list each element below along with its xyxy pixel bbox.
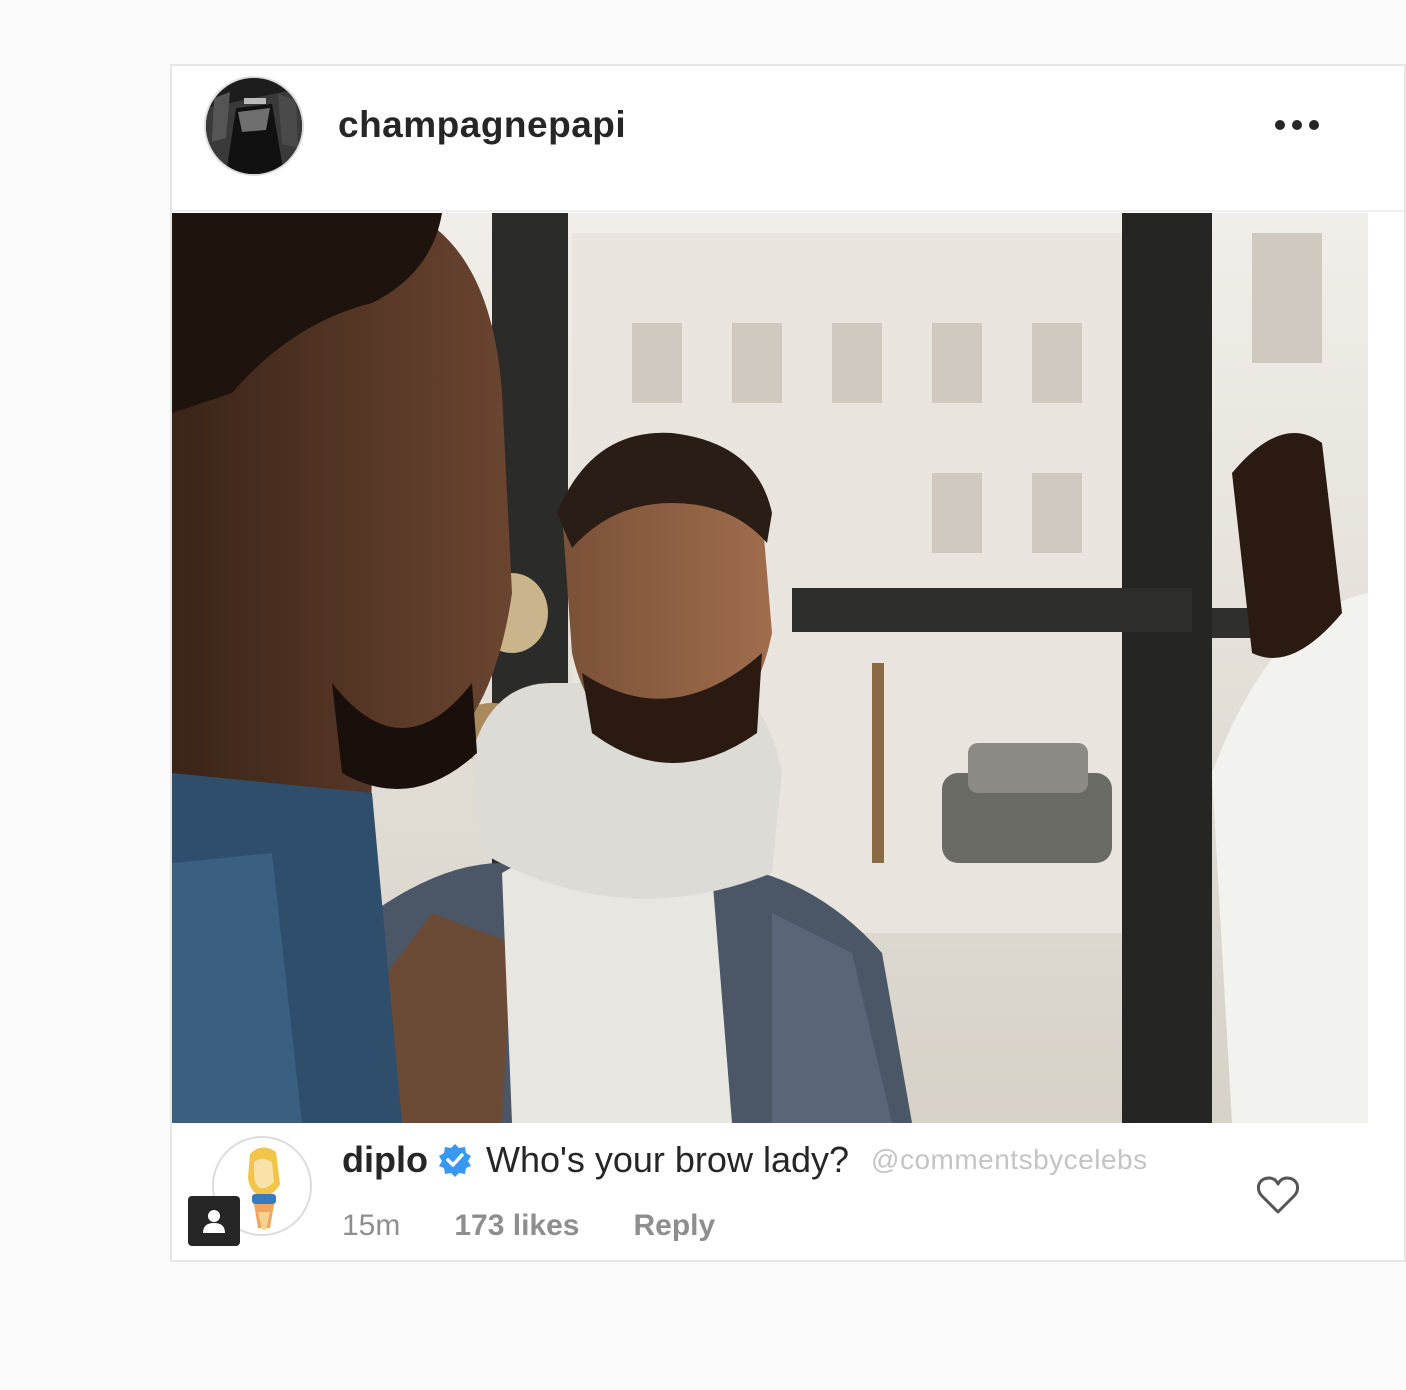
post-author-username[interactable]: champagnepapi bbox=[338, 104, 626, 146]
comment-meta: 15m 173 likes Reply bbox=[342, 1209, 715, 1243]
verified-badge-icon bbox=[438, 1144, 471, 1177]
more-options-icon bbox=[1275, 120, 1319, 130]
comment-likes-count[interactable]: 173 likes bbox=[454, 1209, 579, 1243]
comment-timestamp: 15m bbox=[342, 1209, 401, 1242]
commenter-username[interactable]: diplo bbox=[342, 1139, 428, 1181]
post-author-avatar[interactable] bbox=[204, 76, 304, 176]
heart-icon bbox=[1256, 1176, 1300, 1214]
comment-row: diplo Who's your brow lady? @commentsbyc… bbox=[172, 1123, 1404, 1262]
avatar-photo bbox=[206, 78, 302, 174]
more-options-button[interactable] bbox=[1267, 110, 1327, 140]
watermark-text: @commentsbycelebs bbox=[871, 1144, 1148, 1175]
post-card: champagnepapi diplo Who's your brow lady… bbox=[170, 64, 1406, 1262]
comment-line: diplo Who's your brow lady? @commentsbyc… bbox=[342, 1139, 1148, 1181]
post-photo-image bbox=[172, 213, 1368, 1123]
post-header: champagnepapi bbox=[172, 66, 1404, 212]
profile-badge[interactable] bbox=[188, 1196, 240, 1246]
like-comment-button[interactable] bbox=[1256, 1175, 1304, 1219]
post-photo[interactable] bbox=[172, 213, 1368, 1123]
person-icon bbox=[203, 1210, 225, 1233]
comment-text: Who's your brow lady? bbox=[485, 1139, 850, 1180]
reply-button[interactable]: Reply bbox=[633, 1209, 715, 1243]
